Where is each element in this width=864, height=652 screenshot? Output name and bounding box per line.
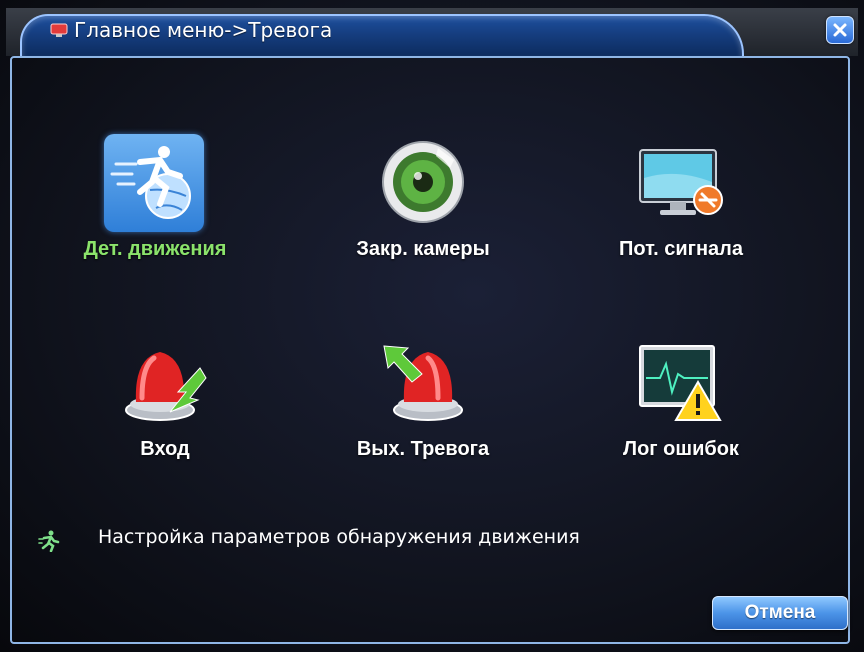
menu-item-label: Вых. Тревога [356, 438, 490, 460]
alarm-output-icon [378, 338, 468, 428]
menu-icon [50, 23, 68, 37]
menu-item-video-loss[interactable]: Пот. сигнала [556, 138, 796, 298]
menu-item-label: Дет. движения [83, 238, 227, 260]
motion-detect-icon [104, 134, 204, 232]
menu-item-alarm-input[interactable]: Вход [40, 338, 280, 498]
video-loss-icon [636, 138, 726, 228]
menu-item-alarm-output[interactable]: Вых. Тревога [298, 338, 538, 498]
window-title: Главное меню->Тревога [74, 18, 333, 42]
alarm-input-icon [120, 338, 210, 428]
menu-item-label: Пот. сигнала [618, 238, 744, 260]
menu-item-label: Закр. камеры [356, 238, 490, 260]
running-man-icon [38, 530, 60, 552]
menu-item-label: Лог ошибок [623, 438, 739, 460]
menu-item-motion-detect[interactable]: Дет. движения [30, 134, 270, 298]
menu-item-label: Вход [140, 438, 190, 460]
error-log-icon [636, 338, 726, 428]
menu-item-error-log[interactable]: Лог ошибок [556, 338, 796, 498]
close-button[interactable] [826, 16, 854, 44]
status-description: Настройка параметров обнаружения движени… [98, 526, 580, 548]
menu-item-camera-blind[interactable]: Закр. камеры [298, 138, 538, 298]
alarm-menu-window: Главное меню->Тревога Дет. движения Закр… [0, 0, 864, 652]
camera-blind-icon [378, 138, 468, 228]
close-icon [833, 23, 847, 37]
cancel-button[interactable]: Отмена [712, 596, 848, 630]
